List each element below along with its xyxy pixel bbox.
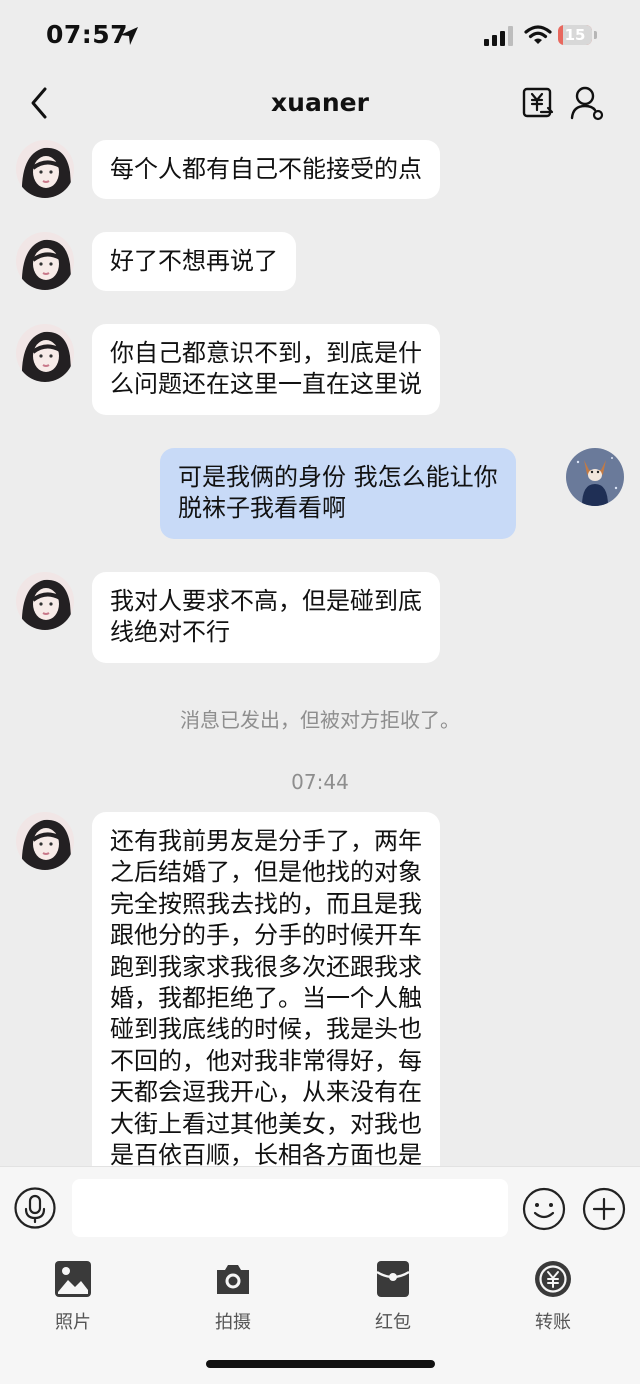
transfer-icon (535, 1261, 571, 1297)
tool-camera-label: 拍摄 (215, 1312, 251, 1333)
battery-level: 15 (564, 26, 586, 44)
wifi-icon (524, 25, 552, 44)
outgoing-message-bubble[interactable]: 可是我俩的身份 我怎么能让你 脱袜子我看看啊 (160, 448, 516, 539)
camera-icon (217, 1265, 249, 1294)
my-avatar[interactable] (566, 448, 624, 506)
contact-avatar[interactable] (16, 812, 74, 870)
contact-avatar[interactable] (16, 232, 74, 290)
emoji-icon[interactable] (522, 1187, 566, 1231)
chat-message-list[interactable]: 每个人都有自己不能接受的点 好了不想再说了 你自己都意识不到，到底是什 么问题还… (0, 136, 640, 1166)
status-bar: 07:57 15 (0, 0, 640, 70)
tool-transfer-label: 转账 (535, 1312, 571, 1333)
incoming-message-bubble[interactable]: 我对人要求不高，但是碰到底 线绝对不行 (92, 572, 440, 663)
contact-avatar[interactable] (16, 140, 74, 198)
home-indicator (206, 1360, 435, 1368)
battery-indicator: 15 (558, 25, 592, 45)
message-input-bar (0, 1166, 640, 1252)
location-arrow-icon (120, 27, 138, 45)
tool-red-packet[interactable]: 红包 (343, 1256, 443, 1336)
message-text-field[interactable] (72, 1179, 508, 1237)
tool-camera[interactable]: 拍摄 (183, 1256, 283, 1336)
contact-profile-icon[interactable] (570, 85, 606, 121)
incoming-message-bubble[interactable]: 你自己都意识不到，到底是什 么问题还在这里一直在这里说 (92, 324, 440, 415)
battery-cap (594, 31, 597, 39)
incoming-message-bubble[interactable]: 还有我前男友是分手了，两年 之后结婚了，但是他找的对象 完全按照我去找的，而且是… (92, 812, 440, 1166)
cellular-signal-icon (484, 26, 513, 46)
message-timestamp: 07:44 (291, 770, 349, 794)
contact-avatar[interactable] (16, 572, 74, 630)
more-plus-icon[interactable] (582, 1187, 626, 1231)
transfer-icon[interactable] (522, 86, 554, 120)
tool-transfer[interactable]: 转账 (503, 1256, 603, 1336)
nav-bar: xuaner (0, 70, 640, 136)
red-packet-icon (376, 1261, 410, 1297)
incoming-message-bubble[interactable]: 好了不想再说了 (92, 232, 296, 292)
voice-input-icon[interactable] (14, 1187, 56, 1229)
photo-icon (55, 1261, 91, 1297)
tool-red-packet-label: 红包 (375, 1312, 411, 1333)
rejected-notice: 消息已发出，但被对方拒收了。 (180, 708, 460, 732)
status-time: 07:57 (46, 20, 129, 49)
tool-photo-label: 照片 (55, 1312, 91, 1333)
contact-avatar[interactable] (16, 324, 74, 382)
tool-photo[interactable]: 照片 (23, 1256, 123, 1336)
incoming-message-bubble[interactable]: 每个人都有自己不能接受的点 (92, 140, 440, 200)
